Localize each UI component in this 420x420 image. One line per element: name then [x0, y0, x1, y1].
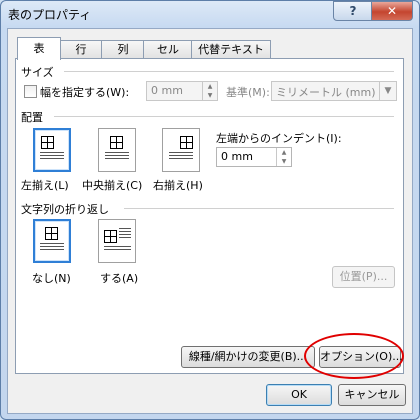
wrap-none-option[interactable]: [33, 219, 71, 263]
wrapping-divider: [124, 208, 394, 209]
tab-cell[interactable]: セル: [143, 40, 193, 59]
help-button[interactable]: ?: [333, 1, 373, 21]
tab-table[interactable]: 表: [17, 37, 61, 60]
width-checkbox-label: 幅を指定する(W):: [40, 86, 130, 99]
dialog-title: 表のプロパティ: [8, 8, 92, 22]
borders-shading-button[interactable]: 線種/網かけの変更(B)...: [181, 346, 315, 368]
align-right-option[interactable]: [162, 128, 200, 172]
options-button[interactable]: オプション(O)...: [319, 346, 403, 368]
indent-value: 0 mm: [221, 150, 253, 163]
spin-up-icon: ▲: [207, 83, 213, 90]
width-checkbox[interactable]: [24, 85, 37, 98]
close-icon: ✕: [386, 4, 398, 18]
spin-down-icon: ▼: [207, 92, 213, 99]
text-lines-icon: [169, 152, 193, 161]
cancel-button[interactable]: キャンセル: [338, 384, 406, 406]
table-nowrap-icon: [45, 227, 58, 240]
dialog-client: 表 行 列 セル 代替テキスト サイズ 幅を指定する(W): 0 mm ▲ ▼ 基…: [7, 28, 413, 414]
unit-label: 基準(M):: [226, 86, 270, 99]
align-right-label: 右揃え(H): [153, 179, 203, 192]
text-lines-icon: [119, 228, 131, 240]
alignment-divider: [54, 116, 394, 117]
indent-spinner-arrows[interactable]: ▲ ▼: [276, 148, 291, 166]
text-lines-icon: [40, 152, 64, 161]
table-left-icon: [41, 136, 54, 149]
wrap-around-option[interactable]: [98, 219, 136, 263]
align-left-label: 左揃え(L): [21, 179, 69, 192]
size-heading: サイズ: [21, 66, 54, 79]
align-left-option[interactable]: [33, 128, 71, 172]
unit-value: ミリメートル (mm): [276, 86, 376, 99]
table-wrap-icon: [104, 230, 117, 243]
alignment-heading: 配置: [21, 111, 43, 124]
width-value: 0 mm: [151, 84, 183, 97]
position-button[interactable]: 位置(P)...: [332, 266, 395, 288]
align-center-label: 中央揃え(C): [82, 179, 143, 192]
help-icon: ?: [349, 4, 357, 18]
close-button[interactable]: ✕: [371, 1, 413, 21]
align-center-option[interactable]: [98, 128, 136, 172]
ok-button[interactable]: OK: [266, 384, 332, 406]
wrapping-heading: 文字列の折り返し: [21, 203, 109, 216]
tab-column[interactable]: 列: [101, 40, 145, 59]
chevron-down-icon: ▼: [379, 82, 396, 100]
text-lines-icon: [105, 152, 129, 161]
table-tab-panel: サイズ 幅を指定する(W): 0 mm ▲ ▼ 基準(M): ミリメートル (mm…: [15, 58, 404, 374]
table-right-icon: [180, 136, 193, 149]
width-spinner[interactable]: 0 mm ▲ ▼: [146, 81, 218, 101]
tab-row[interactable]: 行: [59, 40, 103, 59]
text-lines-icon: [104, 246, 131, 252]
size-divider: [64, 71, 394, 72]
wrap-around-label: する(A): [100, 272, 139, 285]
unit-select[interactable]: ミリメートル (mm) ▼: [271, 81, 397, 101]
wrap-none-label: なし(N): [32, 272, 71, 285]
table-center-icon: [110, 136, 123, 149]
indent-label: 左端からのインデント(I):: [216, 132, 342, 145]
indent-spinner[interactable]: 0 mm ▲ ▼: [216, 147, 292, 167]
spin-up-icon: ▲: [281, 149, 287, 156]
spin-down-icon: ▼: [281, 158, 287, 165]
text-lines-icon: [40, 243, 64, 252]
tab-alt-text[interactable]: 代替テキスト: [191, 40, 271, 59]
width-spinner-arrows[interactable]: ▲ ▼: [202, 82, 217, 100]
